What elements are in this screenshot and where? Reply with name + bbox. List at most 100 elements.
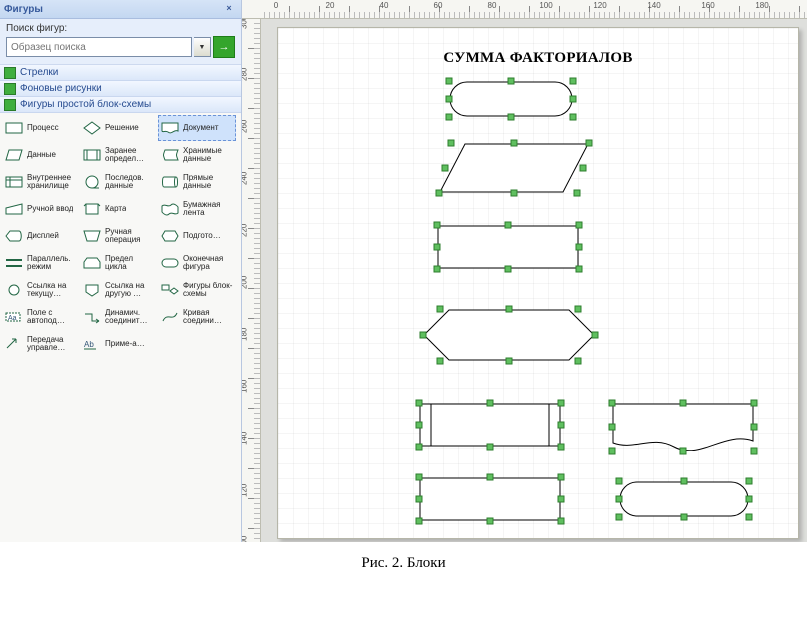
ruler-tick-label: 280 <box>242 68 249 81</box>
panel-title: Фигуры <box>4 4 221 15</box>
shape-gallery-item[interactable]: Оконечная фигура <box>158 250 236 276</box>
ruler-tick-label: 120 <box>242 484 249 497</box>
ruler-tick-label: 180 <box>755 1 768 10</box>
shape-gallery-icon <box>160 120 180 136</box>
shape-data[interactable] <box>438 142 590 194</box>
shape-gallery-icon <box>160 309 180 325</box>
shape-gallery-item[interactable]: Передача управле… <box>2 331 80 357</box>
ruler-tick-label: 200 <box>242 276 249 289</box>
canvas-scroll-view[interactable]: СУММА ФАКТОРИАЛОВ <box>261 19 807 542</box>
search-go-button[interactable]: → <box>213 36 235 58</box>
shape-predefined-process[interactable] <box>418 402 562 448</box>
shape-gallery-item[interactable]: Бумажная лента <box>158 196 236 222</box>
shape-gallery-item[interactable]: Ab Приме-а… <box>80 331 158 357</box>
shape-gallery-item[interactable]: Документ <box>158 115 236 141</box>
ruler-tick-label: 0 <box>274 1 278 10</box>
shape-gallery-icon <box>82 282 102 298</box>
shape-gallery-label: Данные <box>27 151 56 159</box>
figure-caption: Рис. 2. Блоки <box>0 555 807 572</box>
shape-gallery-item[interactable]: Фигуры блок-схемы <box>158 277 236 303</box>
shape-gallery-icon <box>82 120 102 136</box>
shape-gallery-label: Решение <box>105 124 139 132</box>
shape-terminator-top[interactable] <box>448 80 574 118</box>
shape-gallery-item[interactable]: Ручной ввод <box>2 196 80 222</box>
ruler-tick-label: 100 <box>539 1 552 10</box>
ruler-tick-label: 40 <box>380 1 389 10</box>
stencil-book-icon <box>4 67 16 79</box>
shape-gallery-icon <box>82 174 102 190</box>
drawing-page[interactable]: СУММА ФАКТОРИАЛОВ <box>277 27 799 539</box>
shape-gallery-label: Заранее определ… <box>105 147 156 163</box>
shape-gallery-item[interactable]: Данные <box>2 142 80 168</box>
ruler-tick-label: 140 <box>242 432 249 445</box>
shape-gallery-icon <box>82 147 102 163</box>
shape-gallery-item[interactable]: Ручная операция <box>80 223 158 249</box>
ruler-tick-label: 300 <box>242 19 249 29</box>
shape-gallery-label: Карта <box>105 205 126 213</box>
shape-gallery-item[interactable]: Решение <box>80 115 158 141</box>
stencil-item[interactable]: Фоновые рисунки <box>0 81 241 97</box>
shape-gallery-icon <box>4 147 24 163</box>
stencil-label: Стрелки <box>20 67 58 78</box>
shape-gallery-item[interactable]: Внутреннее хранилище <box>2 169 80 195</box>
ruler-tick-label: 160 <box>701 1 714 10</box>
shape-gallery-icon <box>160 147 180 163</box>
shape-gallery-label: Оконечная фигура <box>183 255 234 271</box>
canvas-area: 020406080100120140160180200 300280260240… <box>242 0 807 542</box>
shape-gallery-label: Предел цикла <box>105 255 156 271</box>
search-input[interactable] <box>6 37 192 57</box>
shape-gallery-item[interactable]: Хранимые данные <box>158 142 236 168</box>
shape-gallery-label: Динамич. соединит… <box>105 309 156 325</box>
shapes-panel: Фигуры × Поиск фигур: ▼ → СтрелкиФоновые… <box>0 0 242 542</box>
shape-gallery-label: Документ <box>183 124 219 132</box>
shape-gallery-item[interactable]: Подгото… <box>158 223 236 249</box>
ruler-tick-label: 140 <box>647 1 660 10</box>
stencil-item[interactable]: Фигуры простой блок-схемы <box>0 97 241 113</box>
shape-process-2[interactable] <box>418 476 562 522</box>
shape-gallery-item[interactable]: Прямые данные <box>158 169 236 195</box>
shape-gallery-icon: Aa <box>4 309 24 325</box>
panel-titlebar: Фигуры × <box>0 0 241 19</box>
shape-gallery-icon: Ab <box>82 336 102 352</box>
shape-gallery-label: Фигуры блок-схемы <box>183 282 234 298</box>
svg-text:Ab: Ab <box>84 340 94 349</box>
stencil-item[interactable]: Стрелки <box>0 65 241 81</box>
stencil-list: Стрелки Фоновые рисункиФигуры простой бло… <box>0 65 241 113</box>
shape-gallery-item[interactable]: Динамич. соединит… <box>80 304 158 330</box>
shape-gallery-item[interactable]: Заранее определ… <box>80 142 158 168</box>
shape-document[interactable] <box>611 402 755 452</box>
shape-gallery-icon <box>4 228 24 244</box>
shape-gallery-item[interactable]: Ссылка на другую … <box>80 277 158 303</box>
ruler-corner <box>242 0 261 19</box>
shape-preparation[interactable] <box>422 308 596 362</box>
shape-gallery-item[interactable]: Ссылка на текущу… <box>2 277 80 303</box>
shape-gallery-label: Приме-а… <box>105 340 145 348</box>
shape-gallery-item[interactable]: Последов. данные <box>80 169 158 195</box>
shape-gallery-icon <box>160 282 180 298</box>
shape-gallery-label: Ручной ввод <box>27 205 73 213</box>
shape-gallery-label: Прямые данные <box>183 174 234 190</box>
ruler-tick-label: 220 <box>242 224 249 237</box>
ruler-tick-label: 160 <box>242 380 249 393</box>
shape-gallery-item[interactable]: AaПоле с автопод… <box>2 304 80 330</box>
shape-gallery-icon <box>82 255 102 271</box>
shape-gallery-item[interactable]: Кривая соедини… <box>158 304 236 330</box>
shape-gallery-label: Кривая соедини… <box>183 309 234 325</box>
panel-close-button[interactable]: × <box>221 1 237 17</box>
ruler-tick-label: 180 <box>242 328 249 341</box>
shape-gallery-label: Ссылка на другую … <box>105 282 156 298</box>
ruler-tick-label: 60 <box>434 1 443 10</box>
ruler-tick-label: 260 <box>242 120 249 133</box>
shape-gallery-item[interactable]: Параллель. режим <box>2 250 80 276</box>
svg-text:Aa: Aa <box>8 315 17 322</box>
shape-gallery-item[interactable]: Процесс <box>2 115 80 141</box>
shape-gallery-item[interactable]: Карта <box>80 196 158 222</box>
shape-gallery-icon <box>4 201 24 217</box>
shape-gallery-item[interactable]: Дисплей <box>2 223 80 249</box>
shape-terminator-bottom[interactable] <box>618 480 750 518</box>
shape-gallery-item[interactable]: Предел цикла <box>80 250 158 276</box>
search-dropdown-button[interactable]: ▼ <box>194 37 211 57</box>
stencil-book-icon <box>4 99 16 111</box>
horizontal-ruler: 020406080100120140160180200 <box>260 0 807 19</box>
shape-process[interactable] <box>436 224 580 270</box>
